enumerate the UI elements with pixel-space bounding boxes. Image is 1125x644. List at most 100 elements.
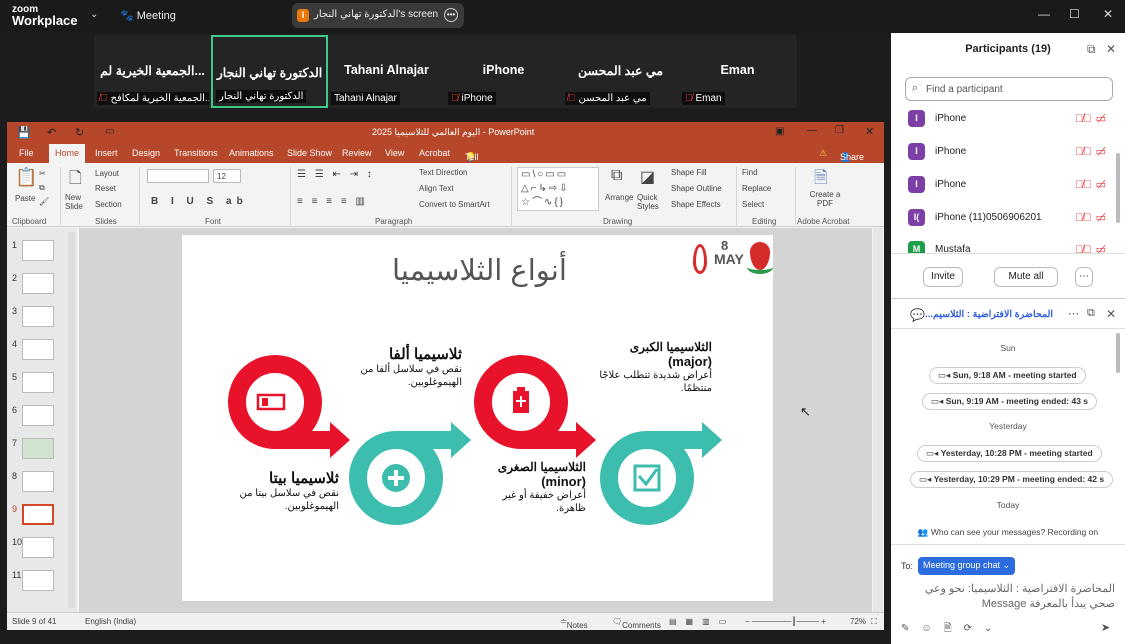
close-icon[interactable]: ✕ — [1103, 7, 1113, 21]
slide-thumb[interactable] — [22, 570, 54, 591]
participant-row[interactable]: I(iPhone (11)0506906201 🎙̸⃠▭̸ — [905, 207, 1110, 231]
chat-close-icon[interactable]: ✕ — [1106, 307, 1116, 321]
shapes-gallery[interactable]: ▭\○▭▭ △⌐↳⇨⇩ ☆⌒∿{} — [517, 167, 599, 211]
reset-button[interactable]: Reset — [95, 184, 116, 193]
present-icon[interactable]: ▭ — [105, 126, 114, 137]
tab-view[interactable]: View — [385, 148, 404, 158]
participants-scrollbar[interactable] — [1116, 153, 1120, 223]
send-icon[interactable]: ➤ — [1101, 621, 1110, 634]
slide-thumb-selected[interactable] — [22, 504, 54, 525]
fit-slide-icon[interactable]: ⛶ — [871, 617, 877, 627]
slide-thumb[interactable] — [22, 537, 54, 558]
tab-file[interactable]: File — [19, 148, 34, 158]
tab-design[interactable]: Design — [132, 148, 160, 158]
tab-home[interactable]: Home — [49, 144, 86, 163]
ribbon-display-icon[interactable]: ▣ — [775, 126, 784, 137]
quick-styles-icon[interactable]: ◪ — [640, 167, 655, 187]
arrange-button[interactable]: Arrange — [605, 193, 633, 202]
participant-row[interactable]: IiPhone 🎙̸⃠▭̸ — [905, 141, 1110, 165]
shape-fill-button[interactable]: Shape Fill — [671, 168, 707, 177]
chat-scrollbar[interactable] — [1116, 333, 1120, 373]
slide-thumb[interactable] — [22, 471, 54, 492]
align-icons[interactable]: ≡ ≡ ≡ ≡ ▥ — [297, 196, 368, 207]
video-tile[interactable]: Eman 🎙̸ Eman — [679, 35, 796, 108]
tab-acrobat[interactable]: Acrobat — [419, 148, 450, 158]
zoom-level[interactable]: 72% — [850, 617, 866, 626]
ppt-minimize-icon[interactable]: — — [807, 125, 817, 136]
slide-thumb[interactable] — [22, 372, 54, 393]
view-buttons[interactable]: ▤▦▥▭ — [669, 617, 735, 626]
copy-icon[interactable]: ⧉ — [39, 183, 45, 193]
smartart-button[interactable]: Convert to SmartArt — [419, 200, 490, 209]
quick-styles-button[interactable]: Quick Styles — [637, 193, 663, 211]
ppt-close-icon[interactable]: ✕ — [865, 125, 874, 138]
participant-row[interactable]: IiPhone 🎙̸⃠▭̸ — [905, 174, 1110, 198]
screen-share-pill[interactable]: I الدكتورة تهاني النجار's screen ••• — [292, 3, 464, 28]
shape-effects-button[interactable]: Shape Effects — [671, 200, 721, 209]
meeting-menu[interactable]: 🐾 Meeting — [120, 9, 176, 22]
video-tile[interactable]: iPhone 🎙̸ iPhone — [445, 35, 562, 108]
create-pdf-button[interactable]: Create a PDF — [807, 190, 843, 208]
chat-tools-icons[interactable]: ✎☺🗎⟳⌄ — [901, 621, 1004, 638]
tab-animations[interactable]: Animations — [229, 148, 274, 158]
tab-transitions[interactable]: Transitions — [174, 148, 218, 158]
slide-thumb[interactable] — [22, 306, 54, 327]
paste-icon[interactable]: 📋 — [15, 167, 37, 188]
redo-icon[interactable]: ↻ — [75, 126, 84, 139]
video-tile[interactable]: الجمعية الخيرية لم... 🎙̸ الجمعية الخيرية ل… — [94, 35, 211, 108]
privacy-notice[interactable]: 👥 Who can see your messages? Recording o… — [891, 527, 1125, 538]
slide-thumb[interactable] — [22, 339, 54, 360]
video-tile[interactable]: Tahani Alnajar Tahani Alnajar — [328, 35, 445, 108]
font-format-buttons[interactable]: B I U S ab — [151, 196, 248, 207]
cut-icon[interactable]: ✂ — [39, 169, 46, 178]
chat-popout-icon[interactable]: ⧉ — [1087, 307, 1095, 320]
slide-thumb[interactable] — [22, 240, 54, 261]
tab-slideshow[interactable]: Slide Show — [287, 148, 332, 158]
notes-button[interactable]: ≐ Notes — [560, 617, 588, 630]
more-options-icon[interactable]: ••• — [444, 8, 458, 22]
list-icons[interactable]: ☰ ☰ ⇤ ⇥ ↕ — [297, 169, 375, 180]
minimize-icon[interactable]: — — [1038, 7, 1050, 21]
replace-button[interactable]: Replace — [742, 184, 771, 193]
participant-search[interactable]: ⌕ Find a participant — [905, 77, 1113, 101]
chat-more-icon[interactable]: ⋯ — [1068, 307, 1079, 320]
comments-button[interactable]: 🗨 Comments — [612, 617, 661, 630]
text-direction-button[interactable]: Text Direction — [419, 168, 467, 177]
arrange-icon[interactable]: ⧉ — [611, 167, 622, 185]
tab-insert[interactable]: Insert — [95, 148, 118, 158]
mute-all-button[interactable]: Mute all — [994, 267, 1058, 287]
thumb-scrollbar[interactable] — [68, 232, 75, 608]
save-icon[interactable]: 💾 — [17, 126, 31, 139]
tab-review[interactable]: Review — [342, 148, 372, 158]
font-name-box[interactable] — [147, 169, 209, 183]
video-tile[interactable]: مي عبد المحسن 🎙̸ مي عبد المحسن — [562, 35, 679, 108]
recipient-select[interactable]: Meeting group chat ⌄ — [918, 557, 1016, 575]
invite-button[interactable]: Invite — [923, 267, 963, 287]
popout-icon[interactable]: ⧉ — [1087, 42, 1096, 57]
shape-outline-button[interactable]: Shape Outline — [671, 184, 722, 193]
slide-thumb[interactable] — [22, 273, 54, 294]
participant-row[interactable]: IiPhone 🎙̸⃠▭̸ — [905, 108, 1110, 132]
chat-title[interactable]: المحاضرة الافتراضية : الثلاسيم... — [925, 309, 1053, 320]
paste-button[interactable]: Paste — [15, 194, 35, 203]
section-button[interactable]: Section — [95, 200, 122, 209]
format-painter-icon[interactable]: 🖌 — [39, 197, 49, 206]
chevron-down-icon[interactable]: ⌄ — [90, 9, 98, 20]
find-button[interactable]: Find — [742, 168, 758, 177]
font-size-box[interactable]: 12 — [213, 169, 241, 183]
undo-icon[interactable]: ↶ — [47, 126, 56, 139]
slide-thumb[interactable] — [22, 405, 54, 426]
select-button[interactable]: Select — [742, 200, 764, 209]
zoom-slider[interactable]: − ───────┃──── + — [745, 617, 826, 626]
video-tile-active[interactable]: الدكتورة تهاني النجار الدكتورة تهاني النج… — [211, 35, 328, 108]
new-slide-button[interactable]: New Slide — [65, 193, 93, 211]
participant-row[interactable]: M Mustafa 🎙̸⃠▭̸ — [905, 239, 1110, 253]
align-text-button[interactable]: Align Text — [419, 184, 454, 193]
maximize-icon[interactable]: ☐ — [1069, 7, 1080, 21]
new-slide-icon[interactable]: 🗋 — [69, 167, 82, 194]
slide-thumb[interactable] — [22, 438, 54, 459]
canvas-scrollbar[interactable] — [873, 228, 883, 612]
ppt-restore-icon[interactable]: ❐ — [835, 125, 844, 136]
chat-input[interactable]: المحاضرة الافتراضية : الثلاسيميا: نحو وع… — [897, 582, 1115, 616]
layout-button[interactable]: Layout — [95, 169, 119, 178]
